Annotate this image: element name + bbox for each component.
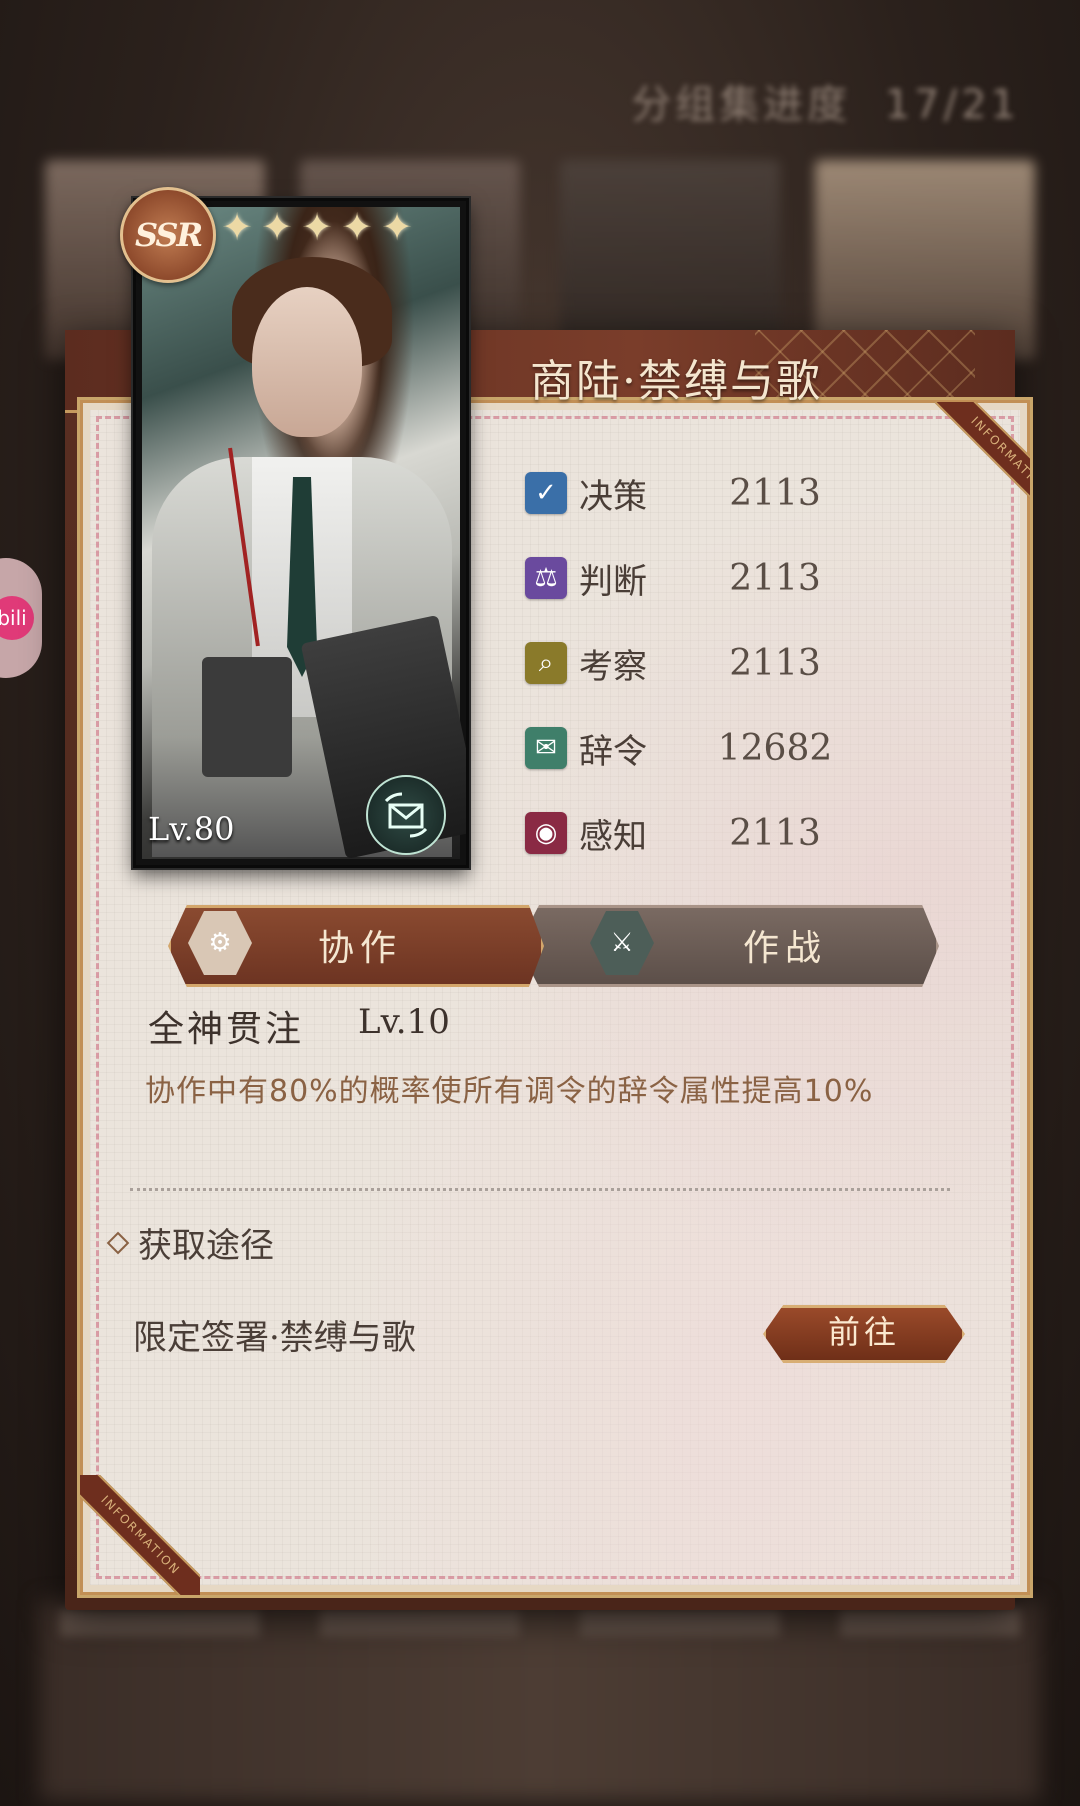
- collection-progress: 分组集进度 17/21: [631, 82, 1020, 128]
- star-rating: ✦ ✦ ✦ ✦ ✦: [218, 208, 416, 246]
- observation-icon: ⌕: [525, 642, 567, 684]
- star-icon: ✦: [261, 205, 293, 249]
- bilibili-float-button[interactable]: bili: [0, 558, 42, 678]
- decision-icon: ✓: [525, 472, 567, 514]
- go-button[interactable]: 前往: [763, 1305, 965, 1363]
- information-ribbon: INFORMATION: [910, 402, 1030, 522]
- skill-level: Lv.10: [358, 1002, 450, 1042]
- star-icon: ✦: [381, 205, 413, 249]
- judgment-icon: ⚖: [525, 557, 567, 599]
- tab-cooperation-label: 协作: [318, 928, 403, 969]
- character-card-art: [133, 198, 469, 868]
- stat-row-observation: ⌕ 考察 2113: [525, 638, 821, 688]
- ssr-rarity-badge: SSR: [120, 187, 216, 283]
- skill-name: 全神贯注: [148, 1009, 305, 1050]
- star-icon: ✦: [341, 205, 373, 249]
- stat-row-rhetoric: ✉ 辞令 12682: [525, 723, 832, 773]
- star-icon: ✦: [301, 205, 333, 249]
- card-level: Lv.80: [148, 810, 235, 848]
- diamond-icon: [106, 1231, 130, 1254]
- stat-row-perception: ◉ 感知 2113: [525, 808, 821, 858]
- bg-card-labels: [60, 1610, 1020, 1636]
- card-title: 商陆·禁缚与歌: [530, 356, 822, 407]
- star-icon: ✦: [221, 205, 253, 249]
- acquire-source: 限定签署·禁缚与歌: [133, 1318, 416, 1358]
- skill-tabs: ⚙ 协作 ⚔ 作战: [168, 905, 939, 987]
- tab-battle[interactable]: [518, 905, 939, 987]
- stat-row-judgment: ⚖ 判断 2113: [525, 553, 821, 603]
- skill-description: 协作中有80%的概率使所有调令的辞令属性提高10%: [145, 1074, 874, 1109]
- rhetoric-icon: ✉: [525, 727, 567, 769]
- stat-row-decision: ✓ 决策 2113: [525, 468, 821, 518]
- bilibili-logo-icon: bili: [0, 596, 34, 640]
- perception-icon: ◉: [525, 812, 567, 854]
- information-ribbon: INFORMATION: [80, 1475, 200, 1595]
- tab-battle-label: 作战: [743, 928, 828, 969]
- letter-icon: [366, 775, 446, 855]
- acquire-section-title: 获取途径: [106, 1218, 274, 1267]
- divider: [130, 1188, 950, 1191]
